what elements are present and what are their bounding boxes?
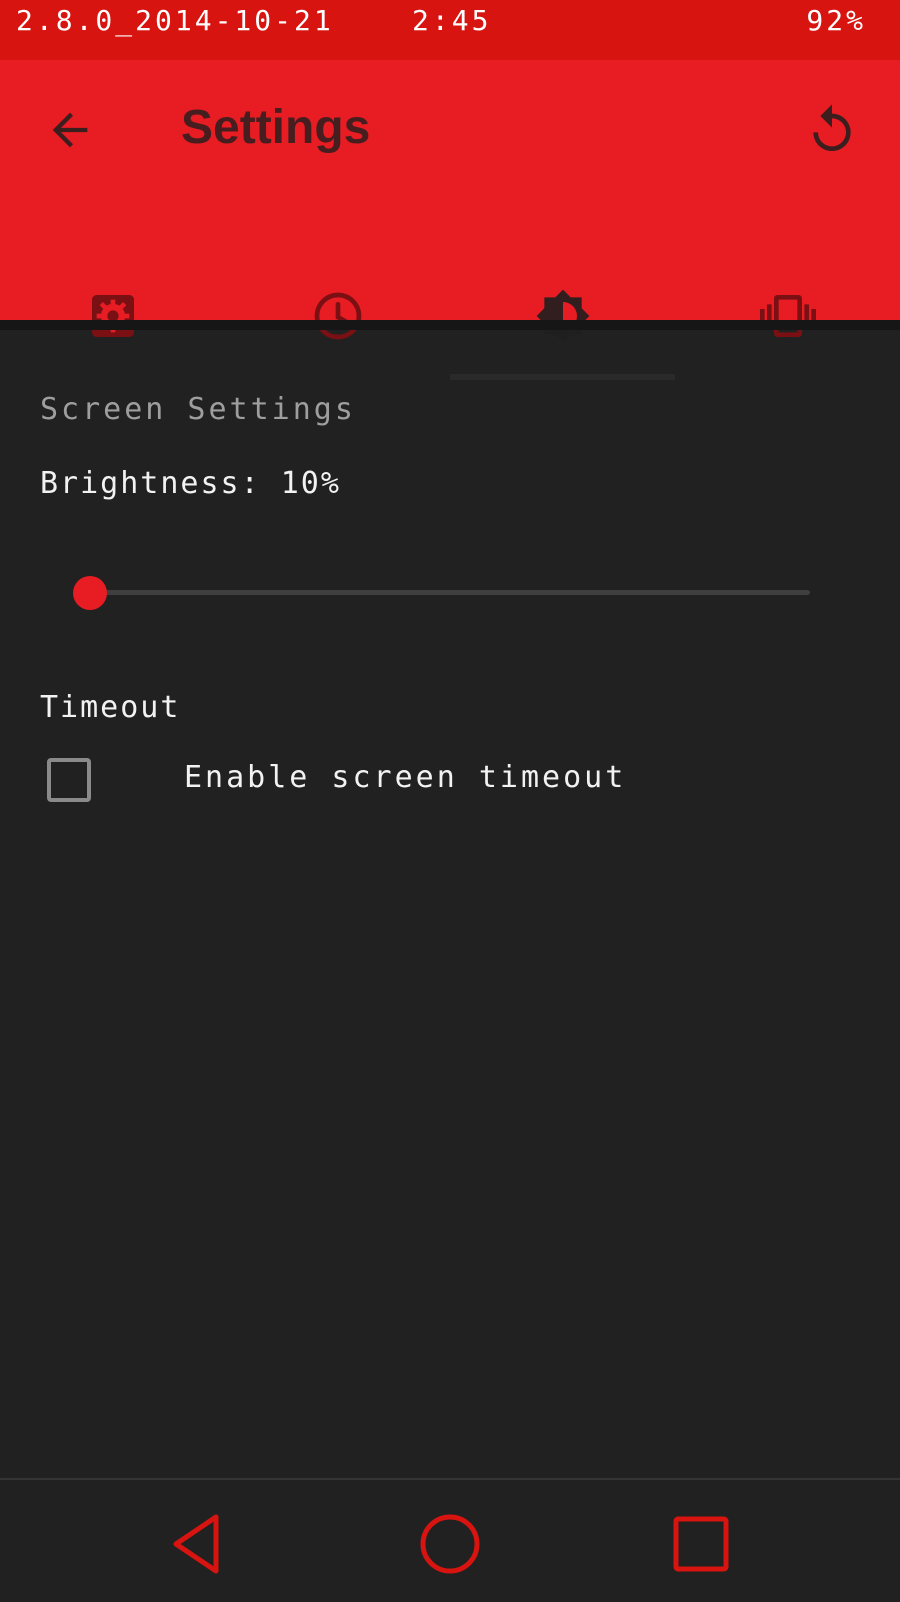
reset-button[interactable] <box>798 96 866 164</box>
app-bar: Settings <box>0 60 900 380</box>
clock-icon <box>314 292 361 340</box>
timeout-checkbox-row[interactable]: Enable screen timeout <box>40 750 860 810</box>
brightness-slider[interactable] <box>73 568 810 618</box>
timeout-label: Timeout <box>40 690 181 725</box>
timeout-checkbox-label[interactable]: Enable screen timeout <box>184 760 626 795</box>
back-button[interactable] <box>36 96 104 164</box>
timeout-checkbox[interactable] <box>47 758 91 802</box>
reset-icon <box>813 104 851 151</box>
nav-home-button[interactable] <box>410 1504 490 1584</box>
section-header: Screen Settings <box>40 392 356 427</box>
status-bar: 2.8.0_2014-10-21 2:45 92% <box>0 0 900 60</box>
status-battery: 92% <box>806 4 866 37</box>
slider-thumb[interactable] <box>73 576 107 610</box>
slider-track[interactable] <box>90 590 810 595</box>
nav-back-button[interactable] <box>160 1504 240 1584</box>
nav-home-icon <box>420 1514 480 1574</box>
app-bar-divider <box>0 320 900 330</box>
arrow-back-icon <box>52 112 88 148</box>
status-version-text: 2.8.0_2014-10-21 <box>16 4 334 37</box>
nav-recents-icon <box>673 1516 729 1572</box>
gear-icon <box>91 295 134 337</box>
system-nav-bar <box>0 1478 900 1602</box>
status-time: 2:45 <box>412 4 492 37</box>
nav-back-icon <box>173 1514 219 1574</box>
page-title: Settings <box>181 101 371 154</box>
nav-recents-button[interactable] <box>661 1504 741 1584</box>
brightness-icon <box>536 289 589 343</box>
brightness-label: Brightness: 10% <box>40 466 341 501</box>
vibration-icon <box>759 295 816 337</box>
